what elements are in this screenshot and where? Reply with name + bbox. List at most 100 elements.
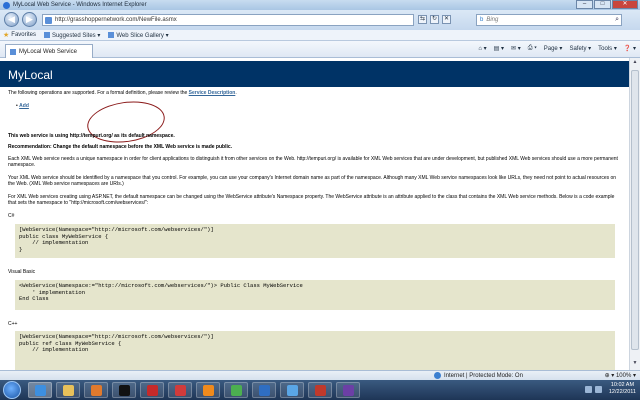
- taskbar-app-media[interactable]: [84, 382, 108, 398]
- search-box[interactable]: b Bing ⌕: [476, 14, 622, 26]
- paragraph-2: Your XML Web service should be identifie…: [8, 175, 617, 187]
- language-label-cpp: C++: [8, 321, 18, 327]
- editor-icon: [258, 384, 270, 396]
- taskbar-app-explorer[interactable]: [56, 382, 80, 398]
- filezilla-icon: [314, 384, 326, 396]
- language-label-vb: Visual Basic: [8, 269, 36, 275]
- browser-tab[interactable]: MyLocal Web Service: [5, 44, 93, 58]
- taskbar: 10:02 AM 12/22/2011: [0, 380, 640, 400]
- security-zone[interactable]: Internet | Protected Mode: On: [434, 372, 523, 379]
- taskbar-app-cmd[interactable]: [112, 382, 136, 398]
- favorites-item-web-slice-gallery[interactable]: Web Slice Gallery ▾: [108, 32, 169, 39]
- help-menu[interactable]: ❓ ▾: [624, 45, 636, 52]
- network-icon[interactable]: [584, 385, 592, 393]
- favorites-item-suggested-sites[interactable]: Suggested Sites ▾: [43, 32, 101, 39]
- namespace-suffix: as its default namespace.: [112, 133, 175, 139]
- command-bar: MyLocal Web Service ⌂ ▾ ▤ ▾ ✉ ▾ ⎙ ▾ Page…: [0, 41, 640, 58]
- taskbar-app-visual-studio[interactable]: [336, 382, 360, 398]
- code-sample-csharp: [WebService(Namespace="http://microsoft.…: [15, 224, 615, 258]
- intro-text: The following operations are supported. …: [8, 90, 622, 96]
- intro-suffix: .: [235, 90, 237, 96]
- favorites-item-label: Suggested Sites ▾: [51, 32, 101, 39]
- search-icon[interactable]: ⌕: [615, 16, 619, 24]
- taskbar-app-editor[interactable]: [252, 382, 276, 398]
- clock-date: 12/22/2011: [608, 389, 636, 395]
- taskbar-app-filezilla[interactable]: [308, 382, 332, 398]
- site-icon: [108, 32, 115, 38]
- zone-label: Internet | Protected Mode: On: [444, 372, 523, 379]
- start-button[interactable]: [3, 381, 21, 399]
- operation-add-link[interactable]: Add: [19, 103, 29, 109]
- taskbar-app-ie[interactable]: [28, 382, 52, 398]
- globe-icon: [434, 372, 441, 379]
- maximize-button[interactable]: □: [594, 0, 611, 9]
- favorites-button[interactable]: ★ Favorites: [3, 31, 36, 39]
- system-tray: 10:02 AM 12/22/2011: [584, 382, 636, 396]
- media-icon: [90, 384, 102, 396]
- ie-icon: [34, 384, 46, 396]
- minimize-button[interactable]: –: [576, 0, 593, 9]
- forward-button[interactable]: ▶: [22, 12, 37, 27]
- address-bar[interactable]: http://grasshoppernetwork.com/NewFile.as…: [42, 14, 414, 26]
- taskbar-app-paint[interactable]: [280, 382, 304, 398]
- back-button[interactable]: ◀: [4, 12, 19, 27]
- chrome-icon: [230, 384, 242, 396]
- home-button[interactable]: ⌂ ▾: [478, 45, 486, 52]
- zoom-control[interactable]: ⊕ ▾ 100% ▾: [605, 372, 636, 379]
- refresh-icon[interactable]: ↻: [430, 15, 439, 24]
- paragraph-1: Each XML Web service needs a unique name…: [8, 156, 618, 168]
- list-bullet: •: [16, 103, 18, 109]
- tools-menu[interactable]: Tools ▾: [598, 45, 617, 52]
- namespace-notice: This web service is using http://tempuri…: [8, 133, 622, 139]
- search-placeholder[interactable]: Bing: [486, 17, 498, 23]
- service-description-link[interactable]: Service Description: [189, 90, 236, 96]
- tab-label: MyLocal Web Service: [19, 48, 77, 55]
- vertical-scrollbar[interactable]: ▲ ▼: [629, 58, 640, 370]
- status-bar: Internet | Protected Mode: On ⊕ ▾ 100% ▾: [0, 370, 640, 380]
- favorites-item-label: Web Slice Gallery ▾: [116, 32, 169, 39]
- volume-icon[interactable]: [594, 385, 602, 393]
- favorites-bar: ★ Favorites Suggested Sites ▾ Web Slice …: [0, 30, 640, 41]
- close-button[interactable]: ✕: [612, 0, 638, 9]
- clock-time: 10:02 AM: [610, 382, 635, 388]
- namespace-value: http://tempuri.org/: [69, 133, 113, 139]
- scroll-down-icon[interactable]: ▼: [631, 360, 639, 369]
- bing-icon: b: [480, 17, 484, 23]
- paint-icon: [286, 384, 298, 396]
- code-sample-cpp: [WebService(Namespace="http://microsoft.…: [15, 331, 615, 370]
- stop-icon[interactable]: ✕: [442, 15, 451, 24]
- page-favicon-icon: [45, 16, 52, 24]
- taskbar-app-acrobat2[interactable]: [168, 382, 192, 398]
- visual-studio-icon: [342, 384, 354, 396]
- favorites-label: Favorites: [11, 32, 36, 38]
- page-content: MyLocal The following operations are sup…: [0, 58, 629, 370]
- compat-view-icon[interactable]: ⇆: [418, 15, 427, 24]
- ie-logo-icon: [3, 1, 10, 9]
- scroll-up-icon[interactable]: ▲: [631, 59, 639, 68]
- taskbar-app-acrobat[interactable]: [140, 382, 164, 398]
- acrobat2-icon: [174, 384, 186, 396]
- address-url[interactable]: http://grasshoppernetwork.com/NewFile.as…: [55, 17, 177, 23]
- star-icon: ★: [3, 32, 10, 39]
- feeds-button[interactable]: ▤ ▾: [494, 45, 504, 52]
- scroll-thumb[interactable]: [631, 70, 639, 350]
- clock[interactable]: 10:02 AM 12/22/2011: [609, 382, 636, 396]
- tab-favicon-icon: [10, 48, 16, 55]
- paragraph-3: For XML Web services creating using ASP.…: [8, 194, 615, 206]
- mail-button[interactable]: ✉ ▾: [511, 45, 521, 52]
- cmd-icon: [118, 384, 130, 396]
- taskbar-app-chrome[interactable]: [224, 382, 248, 398]
- acrobat-icon: [146, 384, 158, 396]
- title-bar: MyLocal Web Service - Windows Internet E…: [0, 0, 640, 10]
- window-title: MyLocal Web Service - Windows Internet E…: [13, 2, 147, 8]
- code-sample-vb: <WebService(Namespace:="http://microsoft…: [15, 280, 615, 310]
- site-icon: [43, 32, 50, 38]
- page-menu[interactable]: Page ▾: [544, 45, 563, 52]
- taskbar-app-vlc[interactable]: [196, 382, 220, 398]
- address-row: ◀ ▶ http://grasshoppernetwork.com/NewFil…: [0, 10, 640, 30]
- service-header: MyLocal: [0, 61, 629, 87]
- print-button[interactable]: ⎙ ▾: [528, 45, 537, 52]
- language-label-csharp: C#: [8, 213, 15, 219]
- safety-menu[interactable]: Safety ▾: [569, 45, 591, 52]
- intro-prefix: The following operations are supported. …: [8, 90, 189, 96]
